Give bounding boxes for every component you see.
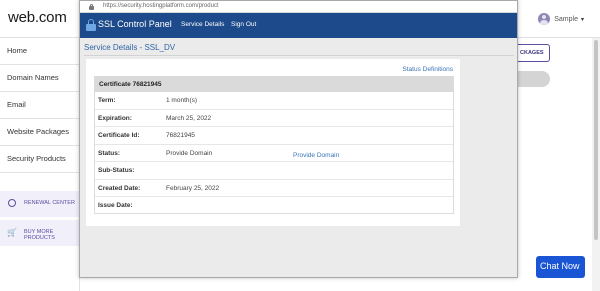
lock-icon xyxy=(86,19,96,32)
sidebar-item-security-products[interactable]: Security Products xyxy=(0,146,79,173)
row-label: Created Date: xyxy=(98,184,141,192)
address-bar[interactable]: https://security.hostingplatform.com/pro… xyxy=(80,1,517,13)
user-name: Sample xyxy=(554,15,578,23)
table-row: Expiration: March 25, 2022 xyxy=(95,110,453,127)
buy-more-label: BUY MORE PRODUCTS xyxy=(24,229,55,241)
table-row: Status: Provide Domain Provide Domain xyxy=(95,145,453,162)
service-details-card: Status Definitions Certificate 76821945 … xyxy=(86,59,460,226)
row-value: 1 month(s) xyxy=(166,97,198,104)
table-row: Sub-Status: xyxy=(95,162,453,180)
table-row: Created Date: February 25, 2022 xyxy=(95,180,453,197)
certificate-table: Certificate 76821945 Term: 1 month(s) Ex… xyxy=(94,76,454,214)
title-divider xyxy=(84,55,514,56)
provide-domain-link[interactable]: Provide Domain xyxy=(293,152,339,159)
cart-icon: 🛒 xyxy=(7,228,17,237)
row-label: Sub-Status: xyxy=(98,167,135,174)
sidebar-item-website-packages[interactable]: Website Packages xyxy=(0,119,79,146)
nav-service-details[interactable]: Service Details xyxy=(181,21,224,28)
row-label: Term: xyxy=(98,97,116,104)
table-row: Certificate Id: 76821945 xyxy=(95,127,453,145)
row-label: Issue Date: xyxy=(98,202,133,209)
url-text: https://security.hostingplatform.com/pro… xyxy=(103,3,219,9)
table-row: Issue Date: xyxy=(95,197,453,215)
ssl-popup-window: https://security.hostingplatform.com/pro… xyxy=(79,0,518,278)
row-value: 76821945 xyxy=(166,132,195,139)
row-value: February 25, 2022 xyxy=(166,184,220,192)
sidebar-item-home[interactable]: Home xyxy=(0,38,79,65)
renewal-center-button[interactable]: RENEWAL CENTER xyxy=(0,191,80,217)
packages-button[interactable]: CKAGES xyxy=(518,44,550,62)
row-value: Provide Domain xyxy=(166,149,213,157)
status-definitions-link[interactable]: Status Definitions xyxy=(402,66,453,73)
lock-icon xyxy=(89,4,94,10)
scrollbar-thumb[interactable] xyxy=(594,40,598,240)
renewal-center-label: RENEWAL CENTER xyxy=(24,200,75,206)
user-menu[interactable]: Sample ▾ xyxy=(538,13,584,25)
ssl-panel-header: SSL Control Panel Service Details Sign O… xyxy=(80,13,517,38)
ssl-panel-title: SSL Control Panel xyxy=(98,19,172,29)
row-label: Certificate Id: xyxy=(98,132,140,139)
table-header: Certificate 76821945 xyxy=(95,77,453,92)
grey-pill xyxy=(518,71,550,87)
sidebar-item-email[interactable]: Email xyxy=(0,92,79,119)
sidebar-item-domain-names[interactable]: Domain Names xyxy=(0,65,79,92)
row-value: March 25, 2022 xyxy=(166,114,212,122)
site-logo[interactable]: web.com xyxy=(8,9,67,26)
row-label: Expiration: xyxy=(98,114,132,122)
nav-sign-out[interactable]: Sign Out xyxy=(231,21,256,28)
row-label: Status: xyxy=(98,149,121,157)
buy-more-products-button[interactable]: 🛒 BUY MORE PRODUCTS xyxy=(0,220,80,246)
avatar-icon xyxy=(538,13,551,25)
chevron-down-icon: ▾ xyxy=(580,16,584,23)
refresh-icon xyxy=(8,199,16,207)
table-row: Term: 1 month(s) xyxy=(95,92,453,110)
chat-now-button[interactable]: Chat Now xyxy=(536,256,585,278)
page-title: Service Details - SSL_DV xyxy=(84,43,176,52)
sidebar: Home Domain Names Email Website Packages… xyxy=(0,38,80,291)
